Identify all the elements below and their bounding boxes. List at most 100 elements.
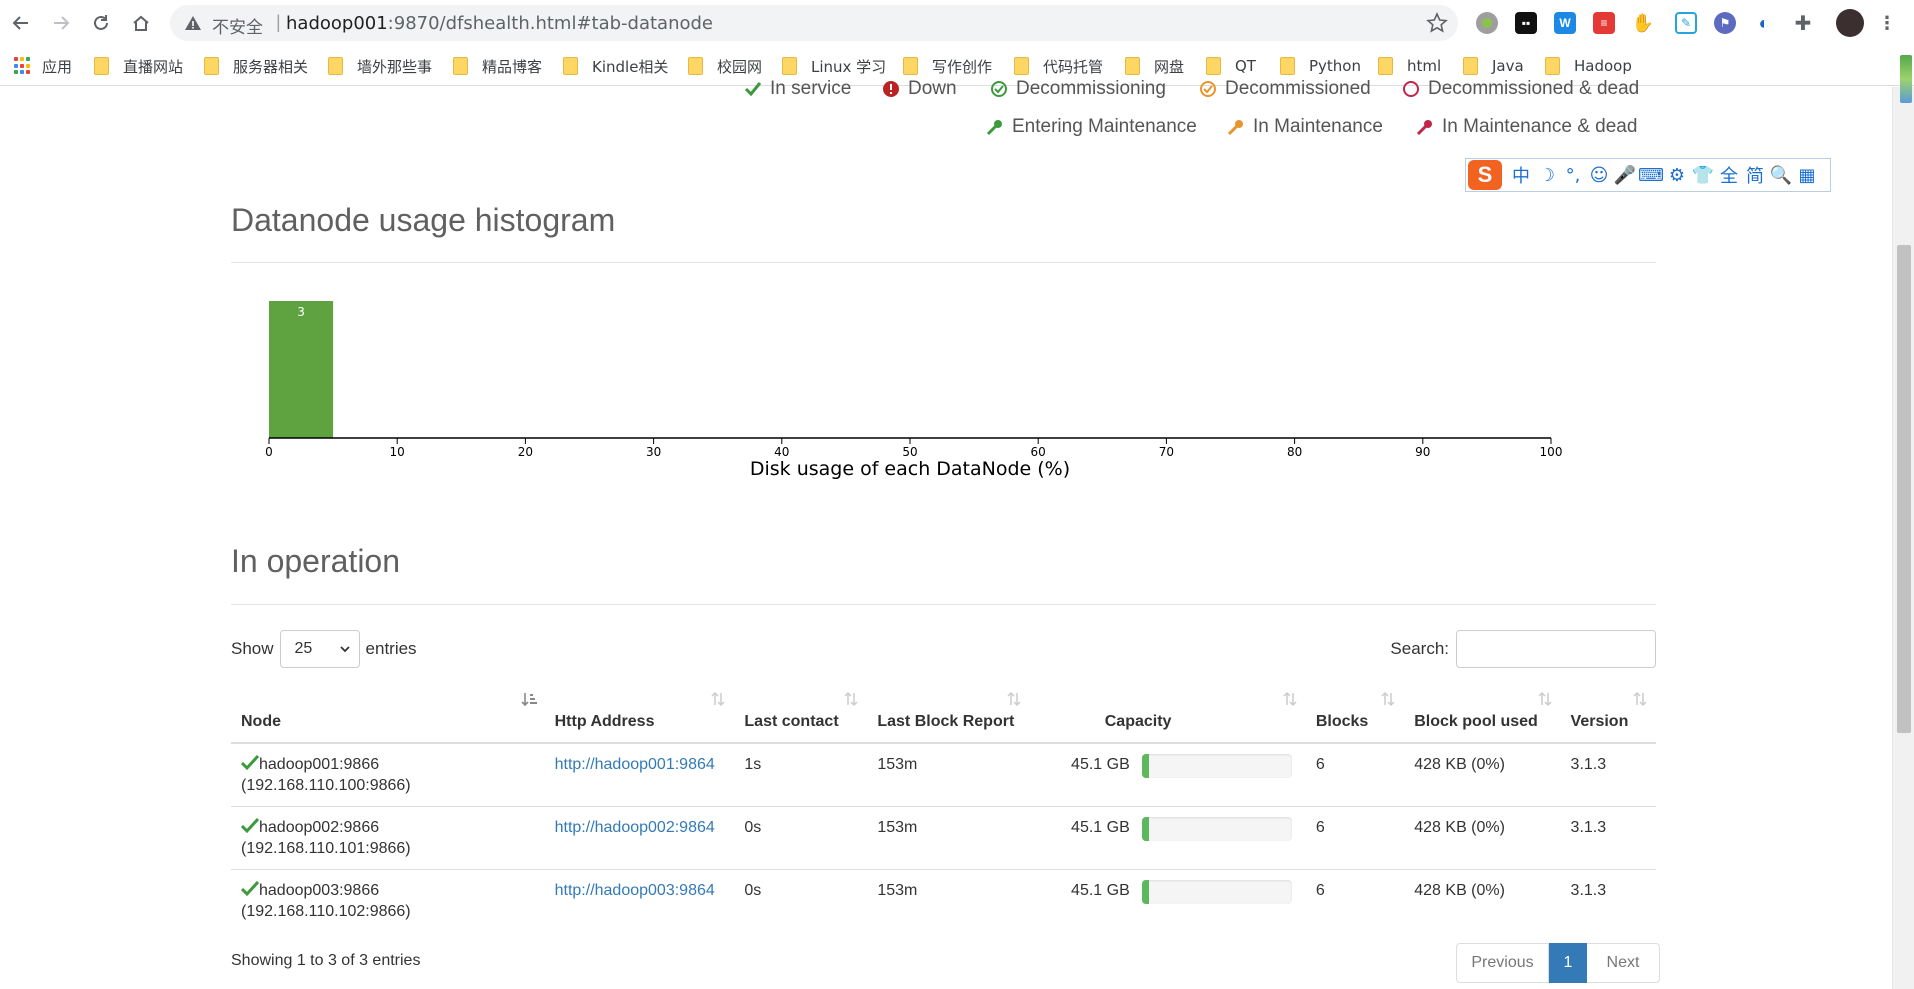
column-header-last-contact[interactable]: Last contact <box>734 683 868 744</box>
sort-icon[interactable] <box>1380 691 1396 707</box>
search-input[interactable] <box>1456 630 1656 668</box>
bookmark-folder[interactable]: 墙外那些事 <box>328 54 432 78</box>
sort-icon[interactable] <box>1632 691 1648 707</box>
entries-select[interactable]: 25 <box>279 630 360 668</box>
reload-icon[interactable] <box>88 10 114 36</box>
page-1-button[interactable]: 1 <box>1549 943 1587 983</box>
home-icon[interactable] <box>128 10 154 36</box>
http-link[interactable]: http://hadoop003:9864 <box>555 882 715 899</box>
ime-toolbar[interactable]: S 中 ☽ °, ☺ 🎤 ⌨ ⚙ 👕 全 简 🔍 ▦ <box>1465 158 1831 192</box>
cell-node: hadoop002:9866 (192.168.110.101:9866) <box>231 805 545 869</box>
sort-asc-icon[interactable] <box>521 691 537 707</box>
ime-settings-icon[interactable]: ⚙ <box>1666 164 1688 186</box>
http-link[interactable]: http://hadoop002:9864 <box>555 819 715 836</box>
node-name: hadoop002:9866 <box>259 818 380 836</box>
column-header-node[interactable]: Node <box>231 683 545 744</box>
folder-icon <box>1463 57 1478 75</box>
legend-label: Entering Maintenance <box>1012 116 1197 137</box>
extensions-puzzle-icon[interactable]: ✚ <box>1792 12 1814 35</box>
x-tick-label: 50 <box>902 445 917 459</box>
bookmark-folder[interactable]: 网盘 <box>1125 54 1184 78</box>
previous-button[interactable]: Previous <box>1456 943 1549 983</box>
sort-icon[interactable] <box>1282 691 1298 707</box>
bookmark-folder[interactable]: Java <box>1463 54 1524 78</box>
legend-label: Decommissioned <box>1225 78 1371 99</box>
ime-fullwidth-icon[interactable]: 全 <box>1718 164 1740 187</box>
http-link[interactable]: http://hadoop001:9864 <box>555 756 715 773</box>
page-scrollbar[interactable] <box>1892 87 1914 989</box>
bookmark-folder[interactable]: 精品博客 <box>453 54 542 78</box>
forward-icon[interactable] <box>48 10 74 36</box>
bookmark-folder[interactable]: Hadoop <box>1545 54 1632 78</box>
profile-avatar[interactable] <box>1836 9 1864 37</box>
ime-emoji-icon[interactable]: ☺ <box>1588 164 1610 186</box>
bookmark-apps[interactable]: 应用 <box>14 54 72 78</box>
extension-w-icon[interactable]: W <box>1554 12 1576 34</box>
extension-translate-icon[interactable]: ⚑ <box>1714 12 1736 34</box>
sort-icon[interactable] <box>710 691 726 707</box>
sort-icon[interactable] <box>843 691 859 707</box>
column-header-capacity[interactable]: Capacity <box>1029 683 1306 744</box>
next-button[interactable]: Next <box>1587 943 1660 983</box>
exclamation-circle-icon <box>883 81 899 97</box>
back-icon[interactable] <box>8 10 34 36</box>
bookmark-folder[interactable]: Python <box>1280 54 1361 78</box>
folder-icon <box>1545 57 1560 75</box>
address-bar[interactable]: 不安全 | hadoop001:9870/dfshealth.html#tab-… <box>170 5 1458 41</box>
bookmark-label: Kindle相关 <box>592 57 669 76</box>
bookmark-folder[interactable]: html <box>1378 54 1441 78</box>
bookmark-folder[interactable]: QT <box>1206 54 1256 78</box>
check-icon <box>241 817 259 833</box>
cell-http: http://hadoop002:9864 <box>544 805 735 869</box>
dead-circle-icon <box>1403 81 1419 97</box>
extension-notes-icon[interactable]: ≡ <box>1593 12 1615 34</box>
bookmark-folder[interactable]: 代码托管 <box>1014 54 1103 78</box>
column-header-http[interactable]: Http Address <box>544 683 735 744</box>
folder-icon <box>94 57 109 75</box>
cell-last-contact: 0s <box>734 805 868 869</box>
column-header-version[interactable]: Version <box>1560 683 1656 744</box>
ime-moon-icon[interactable]: ☽ <box>1536 164 1558 186</box>
bookmark-folder[interactable]: 写作创作 <box>903 54 992 78</box>
ime-simplified-icon[interactable]: 简 <box>1744 164 1766 187</box>
extension-circle-icon[interactable] <box>1476 12 1498 34</box>
x-tick: 60 <box>1031 438 1046 459</box>
bookmark-folder[interactable]: Kindle相关 <box>563 54 668 78</box>
column-header-last-block-report[interactable]: Last Block Report <box>867 683 1030 744</box>
column-header-blocks[interactable]: Blocks <box>1305 683 1405 744</box>
column-header-block-pool-used[interactable]: Block pool used <box>1404 683 1561 744</box>
ime-keyboard-icon[interactable]: ⌨ <box>1638 164 1664 186</box>
extension-wave-icon[interactable]: ◐ <box>1753 12 1775 34</box>
cell-block-pool-used: 428 KB (0%) <box>1404 868 1561 932</box>
folder-icon <box>1014 57 1029 75</box>
sogou-logo-icon[interactable]: S <box>1468 160 1502 190</box>
ime-chinese-mode[interactable]: 中 <box>1510 164 1532 187</box>
bookmark-folder[interactable]: 直播网站 <box>94 54 183 78</box>
url-text[interactable]: hadoop001:9870/dfshealth.html#tab-datano… <box>286 13 713 34</box>
scrollbar-thumb[interactable] <box>1897 245 1911 733</box>
folder-icon <box>563 57 578 75</box>
extension-gnome-icon[interactable]: ✋ <box>1632 12 1654 34</box>
ime-search-icon[interactable]: 🔍 <box>1770 164 1792 186</box>
bookmark-folder[interactable]: Linux 学习 <box>782 54 886 78</box>
x-tick-label: 60 <box>1031 445 1046 459</box>
ime-skin-icon[interactable]: 👕 <box>1692 164 1714 186</box>
ime-apps-icon[interactable]: ▦ <box>1796 164 1818 186</box>
x-tick: 40 <box>774 438 789 459</box>
cell-last-block-report: 153m <box>867 742 1030 806</box>
extension-edit-icon[interactable]: ✎ <box>1675 12 1697 34</box>
warning-icon[interactable] <box>184 14 202 32</box>
sort-icon[interactable] <box>1006 691 1022 707</box>
x-tick: 100 <box>1540 438 1562 459</box>
ime-punctuation-icon[interactable]: °, <box>1562 164 1584 186</box>
extension-mask-icon[interactable]: ▪▪ <box>1515 12 1537 34</box>
column-label: Version <box>1570 713 1629 730</box>
browser-menu-icon[interactable]: ⋮ <box>1876 12 1898 34</box>
bookmark-folder[interactable]: 校园网 <box>688 54 762 78</box>
bookmark-label: 墙外那些事 <box>357 57 433 76</box>
node-name: hadoop003:9866 <box>259 881 380 899</box>
bookmark-folder[interactable]: 服务器相关 <box>204 54 308 78</box>
bookmark-star-icon[interactable] <box>1426 12 1448 34</box>
ime-mic-icon[interactable]: 🎤 <box>1614 164 1636 186</box>
sort-icon[interactable] <box>1537 691 1553 707</box>
